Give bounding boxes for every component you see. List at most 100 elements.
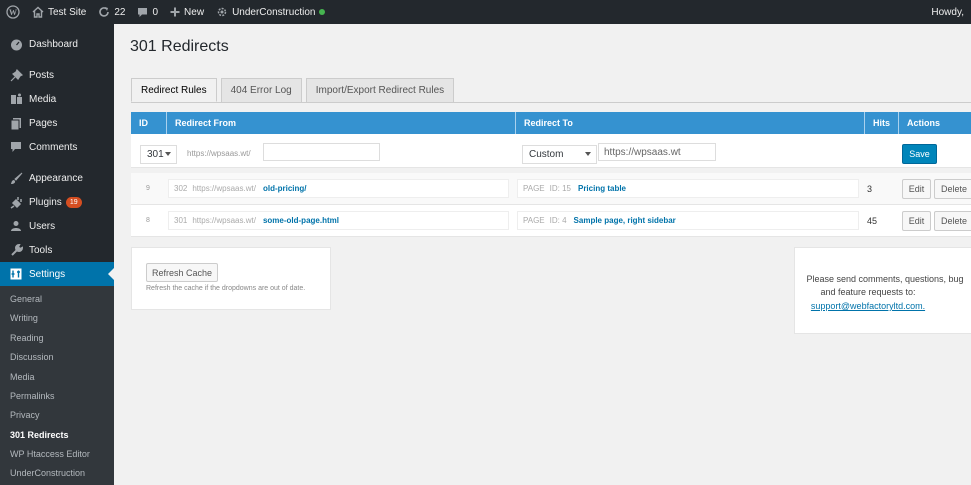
status-dot (319, 9, 326, 15)
sidebar-item-tools[interactable]: Tools (0, 238, 114, 262)
admin-bar: W Test Site 22 0 New UnderConstruction H… (0, 0, 971, 24)
submenu-301-redirects[interactable]: 301 Redirects (10, 430, 69, 440)
sidebar-item-dashboard[interactable]: Dashboard (0, 32, 114, 56)
sidebar-item-settings[interactable]: Settings (0, 262, 114, 286)
redirect-from-cell: 301 https://wpsaas.wt/ some-old-page.htm… (168, 211, 509, 230)
brush-icon (9, 171, 23, 185)
support-box: Please send comments, questions, bug and… (794, 247, 971, 334)
dashboard-icon (9, 37, 23, 51)
status-select[interactable]: 301 (140, 145, 177, 164)
submenu-media[interactable]: Media (10, 372, 35, 382)
sidebar-item-appearance[interactable]: Appearance (0, 166, 114, 190)
row-from-path[interactable]: some-old-page.html (263, 216, 339, 225)
new-label: New (184, 6, 205, 18)
sidebar-item-pages[interactable]: Pages (0, 111, 114, 135)
new-rule-row: 301 https://wpsaas.wt/ Custom https://wp… (131, 134, 971, 168)
comment-icon (9, 140, 23, 154)
wordpress-icon: W (6, 5, 20, 19)
redirect-to-input[interactable]: https://wpsaas.wt (598, 143, 716, 161)
row-to-type: PAGE (523, 184, 545, 193)
table-row: 8 301 https://wpsaas.wt/ some-old-page.h… (131, 205, 971, 237)
header-id: ID (139, 118, 148, 128)
submenu-privacy[interactable]: Privacy (10, 410, 40, 420)
support-email-link[interactable]: support@webfactoryltd.com. (778, 301, 958, 311)
sidebar-item-label: Comments (29, 141, 78, 153)
row-id: 9 (146, 185, 150, 192)
tab-404-error-log[interactable]: 404 Error Log (220, 78, 302, 102)
settings-submenu: General Writing Reading Discussion Media… (0, 286, 114, 485)
sidebar-item-label: Dashboard (29, 38, 78, 50)
comments-link[interactable]: 0 (131, 0, 164, 24)
submenu-underconstruction[interactable]: UnderConstruction (10, 468, 85, 478)
row-to-id: ID: 4 (549, 216, 567, 225)
user-icon (9, 219, 23, 233)
redirect-type-value: Custom (529, 149, 564, 160)
tab-import-export[interactable]: Import/Export Redirect Rules (305, 78, 455, 102)
admin-sidebar: Dashboard Posts Media Pages Comments App… (0, 24, 114, 485)
underconstruction-label: UnderConstruction (232, 6, 316, 18)
settings-icon (9, 267, 23, 281)
redirect-type-select[interactable]: Custom (522, 145, 597, 164)
plus-icon (170, 7, 180, 17)
redirect-from-input[interactable] (263, 143, 380, 161)
from-prefix: https://wpsaas.wt/ (187, 149, 251, 158)
redirects-table: ID Redirect From Redirect To Hits Action… (131, 112, 971, 237)
save-button[interactable]: Save (902, 144, 937, 164)
plug-icon (9, 195, 23, 209)
delete-button[interactable]: Delete (934, 179, 971, 199)
howdy-link[interactable]: Howdy, (925, 0, 970, 24)
updates-link[interactable]: 22 (92, 0, 131, 24)
site-name-link[interactable]: Test Site (26, 0, 92, 24)
plugins-update-badge: 19 (65, 196, 82, 208)
support-text-line1: Please send comments, questions, bug (806, 274, 964, 284)
chevron-down-icon (165, 152, 171, 156)
header-redirect-from: Redirect From (166, 112, 515, 134)
wrench-icon (9, 243, 23, 257)
submenu-permalinks[interactable]: Permalinks (10, 391, 55, 401)
row-prefix: https://wpsaas.wt/ (192, 216, 256, 225)
sidebar-item-plugins[interactable]: Plugins 19 (0, 190, 114, 214)
sidebar-item-posts[interactable]: Posts (0, 63, 114, 87)
svg-text:W: W (9, 8, 17, 17)
edit-button[interactable]: Edit (902, 179, 931, 199)
row-from-path[interactable]: old-pricing/ (263, 184, 307, 193)
delete-button[interactable]: Delete (934, 211, 971, 231)
gear-icon (217, 7, 227, 17)
pages-icon (9, 116, 23, 130)
chevron-down-icon (585, 152, 591, 156)
media-icon (9, 92, 23, 106)
tab-divider (131, 102, 971, 103)
sidebar-item-comments[interactable]: Comments (0, 135, 114, 159)
page-title: 301 Redirects (130, 38, 229, 55)
edit-button[interactable]: Edit (902, 211, 931, 231)
header-actions: Actions (898, 112, 971, 134)
row-status: 301 (174, 216, 188, 225)
table-header: ID Redirect From Redirect To Hits Action… (131, 112, 971, 134)
underconstruction-link[interactable]: UnderConstruction (210, 0, 331, 24)
submenu-discussion[interactable]: Discussion (10, 352, 54, 362)
comments-count: 0 (152, 6, 159, 18)
header-redirect-to: Redirect To (515, 112, 864, 134)
redirect-to-cell: PAGE ID: 15 Pricing table (517, 179, 859, 198)
submenu-reading[interactable]: Reading (10, 333, 44, 343)
table-row: 9 302 https://wpsaas.wt/ old-pricing/ PA… (131, 173, 971, 205)
submenu-writing[interactable]: Writing (10, 313, 38, 323)
sidebar-item-users[interactable]: Users (0, 214, 114, 238)
row-prefix: https://wpsaas.wt/ (192, 184, 256, 193)
row-to-title[interactable]: Pricing table (578, 184, 626, 193)
new-content-link[interactable]: New (164, 0, 210, 24)
refresh-cache-button[interactable]: Refresh Cache (146, 263, 218, 282)
wp-logo[interactable]: W (0, 0, 26, 24)
submenu-general[interactable]: General (10, 294, 42, 304)
submenu-wp-htaccess-editor[interactable]: WP Htaccess Editor (10, 449, 90, 459)
row-to-title[interactable]: Sample page, right sidebar (574, 216, 676, 225)
status-value: 301 (147, 149, 164, 160)
header-hits: Hits (864, 112, 898, 134)
updates-count: 22 (114, 6, 126, 18)
sidebar-item-media[interactable]: Media (0, 87, 114, 111)
row-to-id: ID: 15 (549, 184, 571, 193)
support-text-line2: and feature requests to: (820, 287, 916, 297)
current-menu-arrow (108, 268, 114, 280)
tab-redirect-rules[interactable]: Redirect Rules (131, 78, 217, 102)
comment-icon (138, 7, 148, 17)
